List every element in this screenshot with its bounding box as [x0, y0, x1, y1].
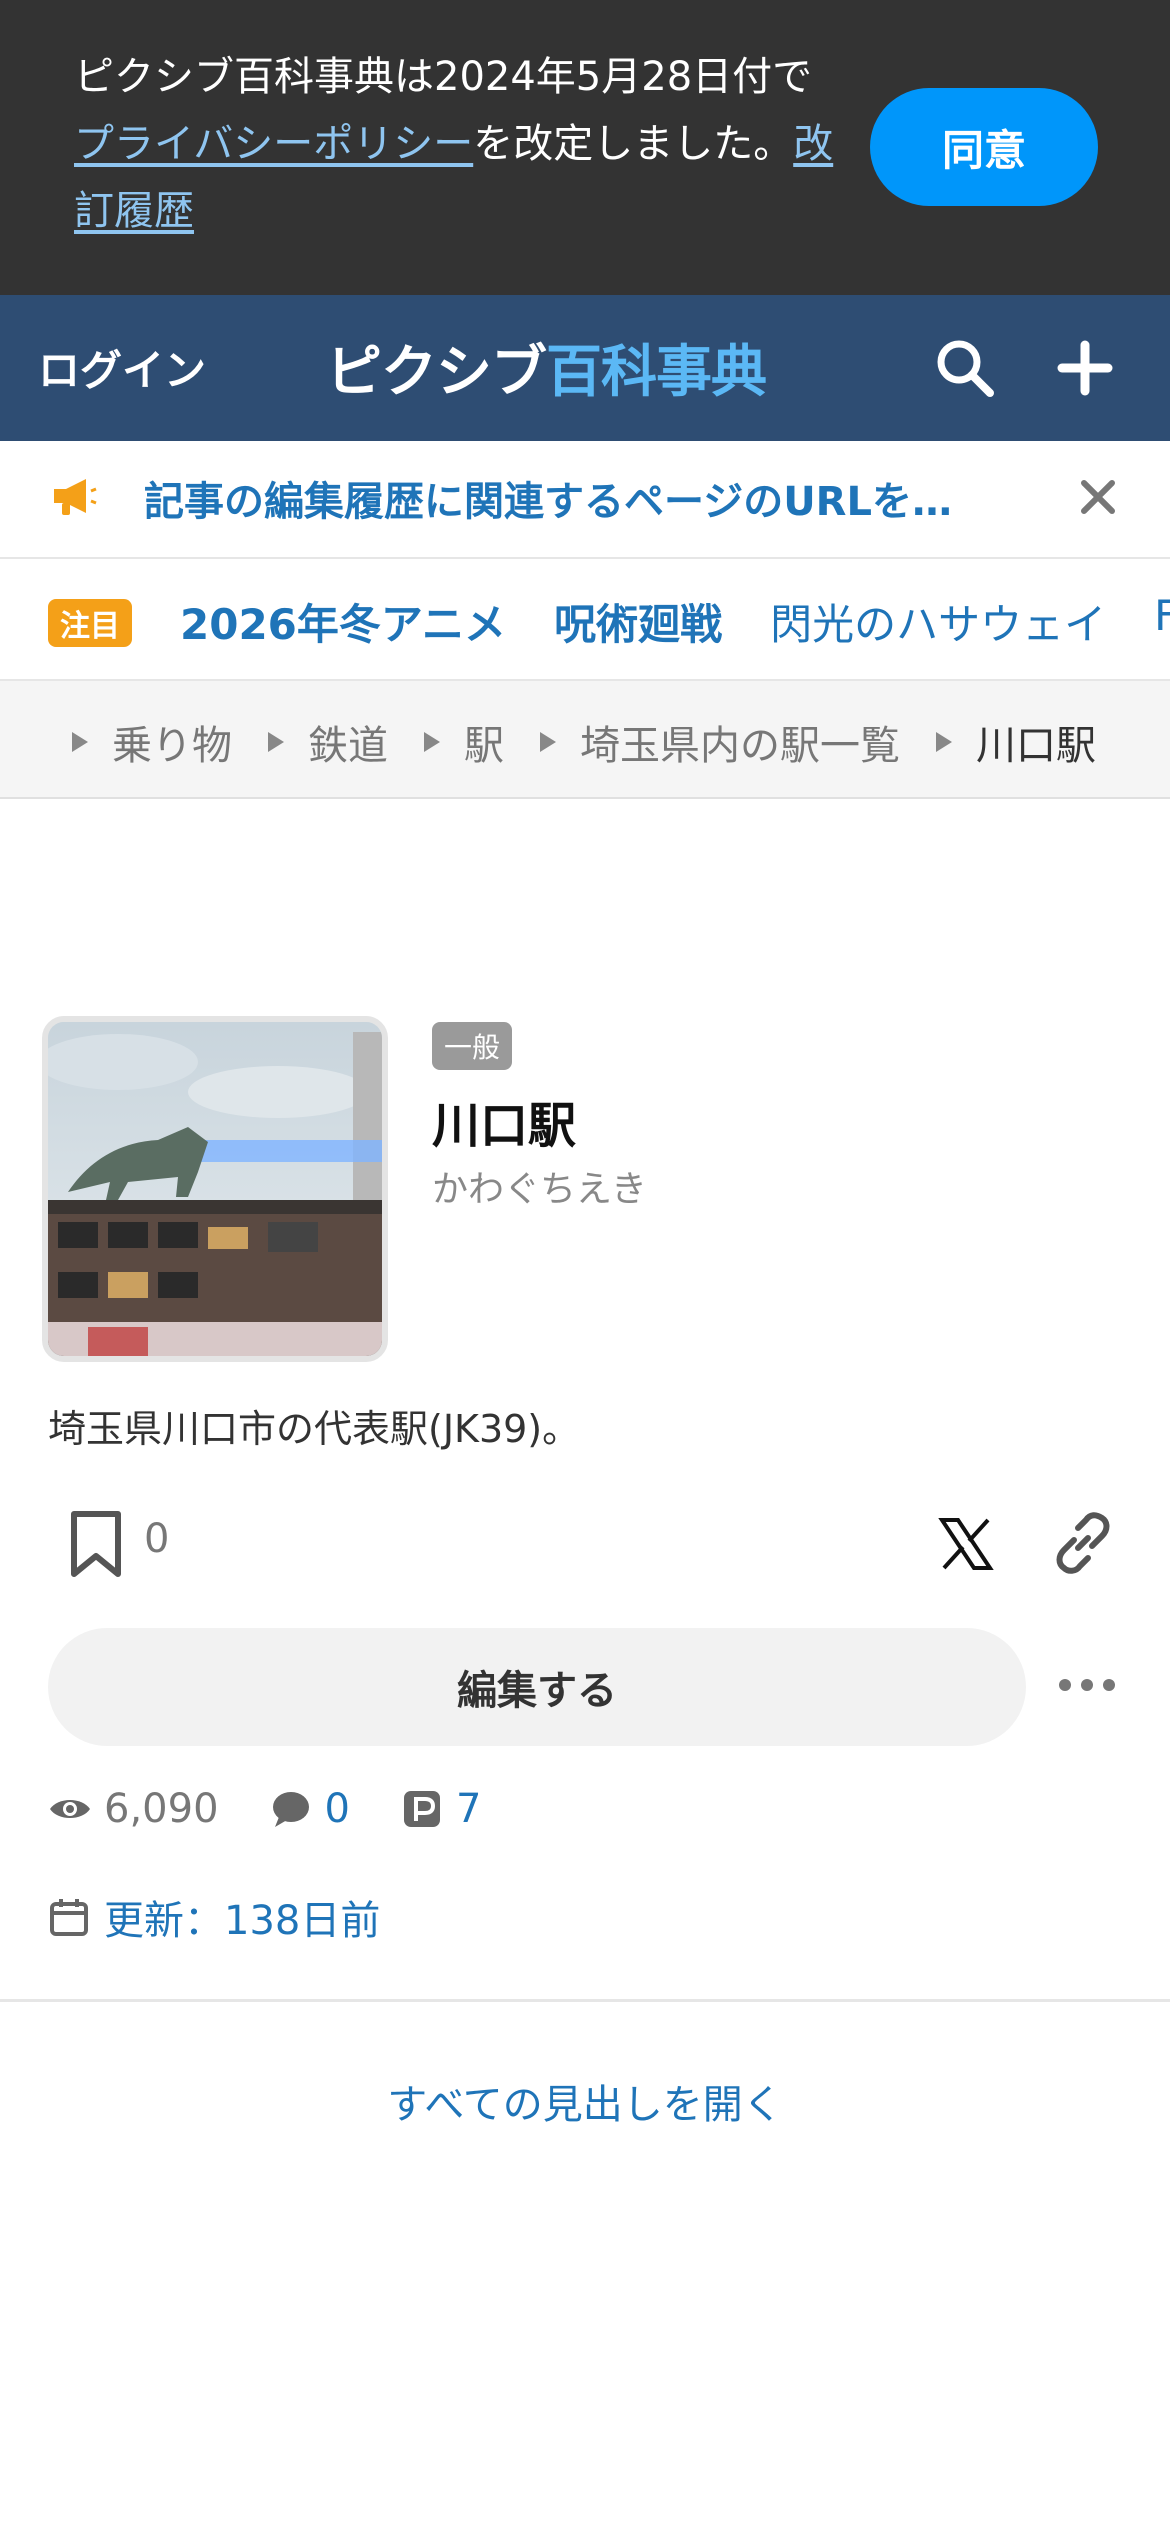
comment-icon: [272, 1792, 309, 1827]
notice-bar: 記事の編集履歴に関連するページのURLを…: [0, 441, 1170, 559]
breadcrumb-arrow-icon: [72, 732, 88, 752]
pixiv-icon: [403, 1791, 440, 1827]
pixiv-works-stat[interactable]: 7: [400, 1786, 481, 1832]
agree-button[interactable]: 同意: [870, 88, 1098, 206]
breadcrumb-arrow-icon: [268, 732, 284, 752]
consent-text: ピクシブ百科事典は2024年5月28日付でプライバシーポリシーを改定しました。改…: [74, 44, 834, 245]
eye-icon: [50, 1800, 90, 1818]
megaphone-icon: [54, 479, 97, 515]
genre-badge[interactable]: 一般: [432, 1022, 513, 1070]
trending-list: 2026年冬アニメ 呪術廻戦 閃光のハサウェイ F: [180, 591, 1170, 652]
breadcrumb-arrow-icon: [540, 732, 556, 752]
logo-part1: ピクシブ: [326, 339, 547, 405]
trending-item[interactable]: F: [1154, 591, 1170, 652]
open-all-headings-link[interactable]: すべての見出しを開く: [0, 2072, 1170, 2130]
breadcrumb-item[interactable]: 駅: [464, 713, 504, 771]
site-logo[interactable]: ピクシブ 百科事典: [326, 329, 767, 405]
trending-item[interactable]: 呪術廻戦: [554, 591, 722, 652]
article-thumbnail[interactable]: [42, 1016, 388, 1362]
view-count: 6,090: [104, 1786, 219, 1832]
consent-text-part1: ピクシブ百科事典は2024年5月28日付で: [74, 54, 813, 100]
login-link[interactable]: ログイン: [38, 337, 206, 398]
pixiv-works-count: 7: [455, 1786, 482, 1832]
article-summary: 埼玉県川口市の代表駅(JK39)。: [48, 1407, 581, 1451]
trending-item[interactable]: 2026年冬アニメ: [180, 591, 506, 652]
breadcrumb-item[interactable]: 埼玉県内の駅一覧: [580, 713, 900, 771]
updated-text: 更新：138日前: [104, 1898, 381, 1944]
link-icon[interactable]: [1050, 1510, 1116, 1576]
breadcrumb-arrow-icon: [424, 732, 440, 752]
plus-icon[interactable]: [1052, 335, 1118, 401]
page-title: 川口駅: [432, 1098, 577, 1154]
notice-link[interactable]: 記事の編集履歴に関連するページのURLを…: [144, 469, 1004, 527]
section-divider: [0, 1999, 1170, 2002]
edit-button[interactable]: 編集する: [48, 1628, 1026, 1746]
trending-item[interactable]: 閃光のハサウェイ: [770, 591, 1106, 652]
title-reading: かわぐちえき: [432, 1169, 647, 1210]
station-photo: [48, 1022, 382, 1356]
trending-bar: 注目 2026年冬アニメ 呪術廻戦 閃光のハサウェイ F: [0, 561, 1170, 681]
calendar-icon: [50, 1899, 88, 1936]
bookmark-icon[interactable]: [66, 1510, 126, 1580]
bookmark-count: 0: [144, 1516, 170, 1562]
breadcrumb-item[interactable]: 鉄道: [308, 713, 388, 771]
search-icon[interactable]: [932, 335, 998, 401]
close-icon[interactable]: [1076, 475, 1120, 519]
breadcrumb: 乗り物 鉄道 駅 埼玉県内の駅一覧 川口駅: [0, 681, 1170, 799]
updated-info[interactable]: 更新：138日前: [48, 1888, 380, 1946]
site-header: ログイン ピクシブ 百科事典: [0, 295, 1170, 441]
breadcrumb-arrow-icon: [936, 732, 952, 752]
consent-text-part2: を改定しました。: [473, 121, 794, 167]
article-stats: 6,090 0 7: [48, 1786, 531, 1832]
privacy-policy-link[interactable]: プライバシーポリシー: [74, 121, 473, 167]
breadcrumb-item[interactable]: 乗り物: [112, 713, 232, 771]
breadcrumb-current: 川口駅: [976, 723, 1096, 769]
logo-part2: 百科事典: [546, 339, 767, 405]
view-stat: 6,090: [48, 1786, 219, 1832]
more-options-icon[interactable]: [1056, 1670, 1118, 1700]
x-share-icon[interactable]: [936, 1514, 996, 1574]
comment-count: 0: [324, 1786, 350, 1832]
trending-badge: 注目: [48, 599, 132, 647]
consent-banner: ピクシブ百科事典は2024年5月28日付でプライバシーポリシーを改定しました。改…: [0, 0, 1170, 295]
comment-stat[interactable]: 0: [269, 1786, 350, 1832]
